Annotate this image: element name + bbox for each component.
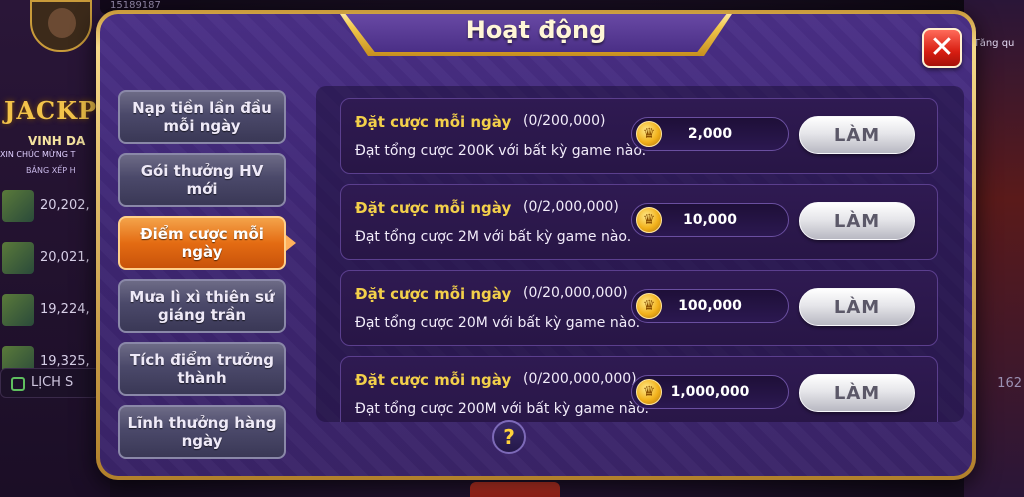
history-label: LỊCH S (31, 375, 74, 390)
rank-value: 19,325, (40, 354, 90, 369)
reward-pill: ♛ 2,000 (631, 117, 789, 151)
task-title: Đặt cược mỗi ngày (355, 113, 512, 131)
crown-coin-icon: ♛ (636, 207, 662, 233)
list-item: Đặt cược mỗi ngày (0/2,000,000) Đạt tổng… (340, 184, 938, 260)
task-description: Đạt tổng cược 2M với bất kỳ game nào. (355, 229, 632, 245)
activity-modal: Hoạt động ✕ Nạp tiền lần đầu mỗi ngày Gó… (96, 10, 976, 480)
task-title: Đặt cược mỗi ngày (355, 285, 512, 303)
online-count: 162 (997, 376, 1022, 391)
task-title: Đặt cược mỗi ngày (355, 199, 512, 217)
reward-value: 1,000,000 (670, 384, 750, 400)
sidebar-item-first-deposit[interactable]: Nạp tiền lần đầu mỗi ngày (118, 90, 286, 144)
title-plate: Hoạt động (336, 14, 736, 56)
list-item: Đặt cược mỗi ngày (0/20,000,000) Đạt tổn… (340, 270, 938, 346)
reward-value: 10,000 (682, 212, 738, 228)
task-progress: (0/2,000,000) (523, 199, 619, 215)
jackpot-congrats-text: XIN CHÚC MỪNG T (0, 150, 76, 159)
help-button[interactable]: ? (492, 420, 526, 454)
sidebar-item-angel-lucky-money[interactable]: Mưa lì xì thiên sứ giáng trần (118, 279, 286, 333)
reward-value: 2,000 (687, 126, 733, 142)
sidebar-item-growth-points[interactable]: Tích điểm trưởng thành (118, 342, 286, 396)
task-list[interactable]: Đặt cược mỗi ngày (0/200,000) Đạt tổng c… (316, 86, 964, 422)
game-thumbnail (2, 190, 34, 222)
sidebar-item-daily-reward[interactable]: Lĩnh thưởng hàng ngày (118, 405, 286, 459)
lobby-left-panel: JACKP VINH DA XIN CHÚC MỪNG T BẢNG XẾP H… (0, 0, 110, 497)
reward-pill: ♛ 100,000 (631, 289, 789, 323)
task-progress: (0/200,000,000) (523, 371, 637, 387)
task-title: Đặt cược mỗi ngày (355, 371, 512, 389)
task-progress: (0/200,000) (523, 113, 606, 129)
history-button[interactable]: LỊCH S (0, 368, 100, 398)
reward-pill: ♛ 1,000,000 (631, 375, 789, 409)
rank-row: 20,202, (0, 186, 100, 230)
close-icon: ✕ (929, 30, 955, 65)
modal-title: Hoạt động (465, 16, 607, 44)
do-task-button[interactable]: LÀM (799, 202, 915, 240)
task-description: Đạt tổng cược 20M với bất kỳ game nào. (355, 315, 641, 331)
history-icon (11, 377, 25, 391)
do-task-button[interactable]: LÀM (799, 116, 915, 154)
list-item: Đặt cược mỗi ngày (0/200,000) Đạt tổng c… (340, 98, 938, 174)
rank-label: BẢNG XẾP H (26, 166, 76, 175)
rank-row: 19,224, (0, 290, 100, 334)
task-description: Đạt tổng cược 200M với bất kỳ game nào. (355, 401, 649, 417)
question-icon: ? (503, 425, 515, 449)
do-task-button[interactable]: LÀM (799, 288, 915, 326)
crown-coin-icon: ♛ (636, 379, 662, 405)
modal-body: Hoạt động ✕ Nạp tiền lần đầu mỗi ngày Gó… (100, 14, 972, 476)
jackpot-label: JACKP (4, 96, 97, 125)
crown-coin-icon: ♛ (636, 121, 662, 147)
rank-value: 20,202, (40, 198, 90, 213)
rank-row: 20,021, (0, 238, 100, 282)
list-item: Đặt cược mỗi ngày (0/200,000,000) Đạt tổ… (340, 356, 938, 422)
do-task-button[interactable]: LÀM (799, 374, 915, 412)
task-description: Đạt tổng cược 200K với bất kỳ game nào. (355, 143, 647, 159)
game-thumbnail (2, 294, 34, 326)
task-progress: (0/20,000,000) (523, 285, 628, 301)
avatar[interactable] (30, 0, 92, 52)
rank-value: 20,021, (40, 250, 90, 265)
jackpot-winner-name: VINH DA (28, 134, 86, 148)
crown-coin-icon: ♛ (636, 293, 662, 319)
sidebar-item-daily-bet-points[interactable]: Điểm cược mỗi ngày (118, 216, 286, 270)
deposit-bottom-button[interactable] (470, 482, 560, 497)
reward-pill: ♛ 10,000 (631, 203, 789, 237)
reward-value: 100,000 (678, 298, 742, 314)
close-button[interactable]: ✕ (922, 28, 962, 68)
sidebar-item-new-member-gift[interactable]: Gói thưởng HV mới (118, 153, 286, 207)
game-thumbnail (2, 242, 34, 274)
rank-value: 19,224, (40, 302, 90, 317)
activity-sidebar: Nạp tiền lần đầu mỗi ngày Gói thưởng HV … (118, 90, 286, 468)
